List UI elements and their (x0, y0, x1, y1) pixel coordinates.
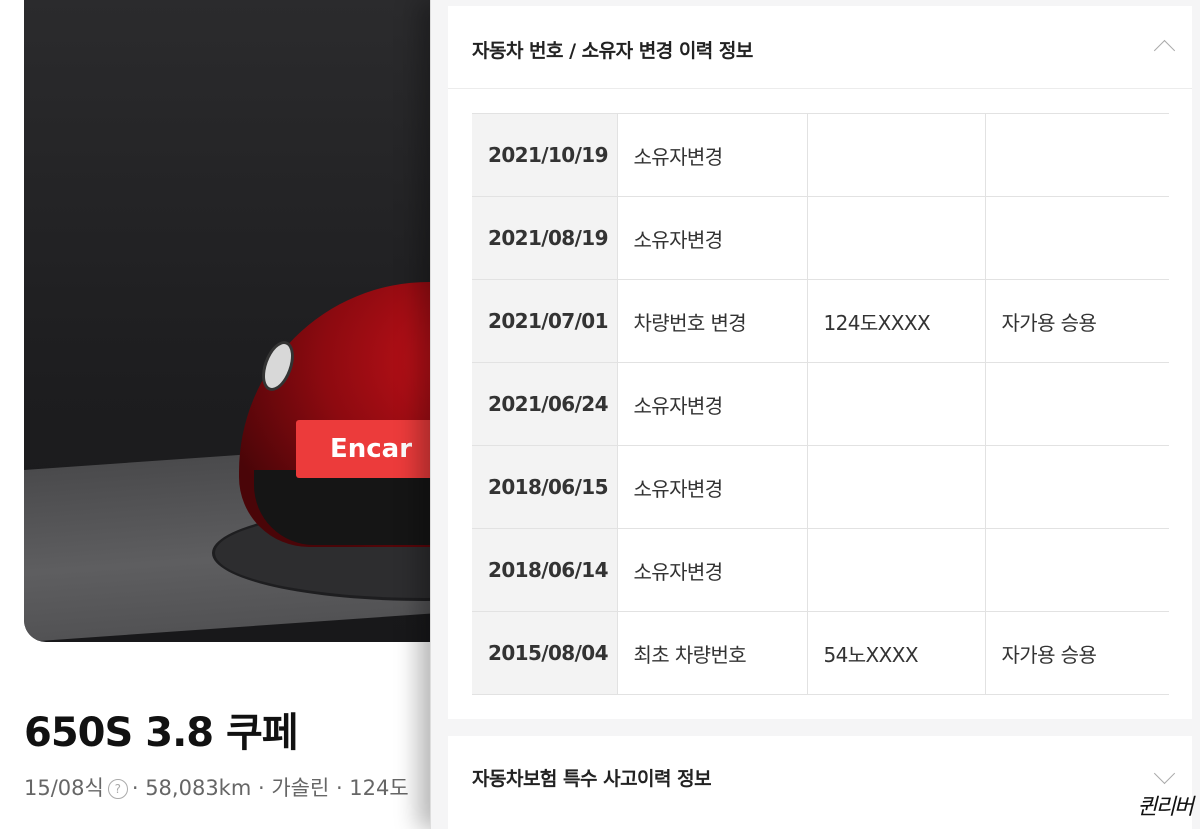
history-date: 2018/06/14 (472, 528, 618, 612)
history-plate-number (807, 445, 986, 529)
table-row: 2021/08/19 소유자변경 (472, 196, 1169, 280)
history-change-type: 최초 차량번호 (617, 611, 808, 695)
history-usage (985, 528, 1169, 612)
history-date: 2021/06/24 (472, 362, 618, 446)
history-change-type: 소유자변경 (617, 196, 808, 280)
model-year: 15/08식 (24, 776, 104, 800)
chevron-up-icon[interactable] (1153, 39, 1176, 62)
history-usage: 자가용 승용 (985, 279, 1169, 363)
table-row: 2021/07/01 차량번호 변경 124도XXXX 자가용 승용 (472, 279, 1169, 363)
history-plate-number: 124도XXXX (807, 279, 986, 363)
table-row: 2018/06/14 소유자변경 (472, 528, 1169, 612)
ownership-history-table: 2021/10/19 소유자변경 2021/08/19 소유자변경 2021/07/01… (472, 113, 1169, 695)
history-usage: 자가용 승용 (985, 611, 1169, 695)
history-change-type: 소유자변경 (617, 113, 808, 197)
history-usage (985, 113, 1169, 197)
history-date: 2015/08/04 (472, 611, 618, 695)
history-date: 2021/08/19 (472, 196, 618, 280)
table-row: 2021/10/19 소유자변경 (472, 113, 1169, 197)
chevron-down-icon[interactable] (1153, 762, 1176, 785)
insurance-accident-header[interactable]: 자동차보험 특수 사고이력 정보 (448, 736, 1192, 818)
ownership-history-header[interactable]: 자동차 번호 / 소유자 변경 이력 정보 (448, 6, 1192, 89)
history-date: 2018/06/15 (472, 445, 618, 529)
history-date: 2021/07/01 (472, 279, 618, 363)
section-title: 자동차 번호 / 소유자 변경 이력 정보 (472, 40, 753, 62)
help-icon[interactable]: ? (107, 779, 128, 799)
table-row: 2015/08/04 최초 차량번호 54노XXXX 자가용 승용 (472, 611, 1169, 695)
history-change-type: 소유자변경 (617, 362, 808, 446)
history-plate-number (807, 113, 986, 197)
history-plate-number (807, 528, 986, 612)
car-title: 650S 3.8 쿠페 (24, 710, 299, 756)
history-plate-number (807, 196, 986, 280)
history-plate-number (807, 362, 986, 446)
table-row: 2021/06/24 소유자변경 (472, 362, 1169, 446)
car-specs: · 58,083km · 가솔린 · 124도 (131, 776, 409, 800)
insurance-accident-section: 자동차보험 특수 사고이력 정보 (448, 736, 1192, 829)
history-plate-number: 54노XXXX (807, 611, 986, 695)
history-panel: 자동차 번호 / 소유자 변경 이력 정보 2021/10/19 소유자변경 202… (430, 0, 1200, 829)
table-row: 2018/06/15 소유자변경 (472, 445, 1169, 529)
history-usage (985, 445, 1169, 529)
history-change-type: 차량번호 변경 (617, 279, 808, 363)
ownership-history-section: 자동차 번호 / 소유자 변경 이력 정보 2021/10/19 소유자변경 202… (448, 6, 1192, 719)
car-meta: 15/08식? · 58,083km · 가솔린 · 124도 (24, 772, 434, 802)
watermark: 퀸리버 (1137, 795, 1194, 820)
history-date: 2021/10/19 (472, 113, 618, 197)
section-title: 자동차보험 특수 사고이력 정보 (472, 768, 712, 790)
license-plate-logo: Encar (296, 420, 446, 478)
history-usage (985, 362, 1169, 446)
history-change-type: 소유자변경 (617, 445, 808, 529)
history-change-type: 소유자변경 (617, 528, 808, 612)
history-usage (985, 196, 1169, 280)
